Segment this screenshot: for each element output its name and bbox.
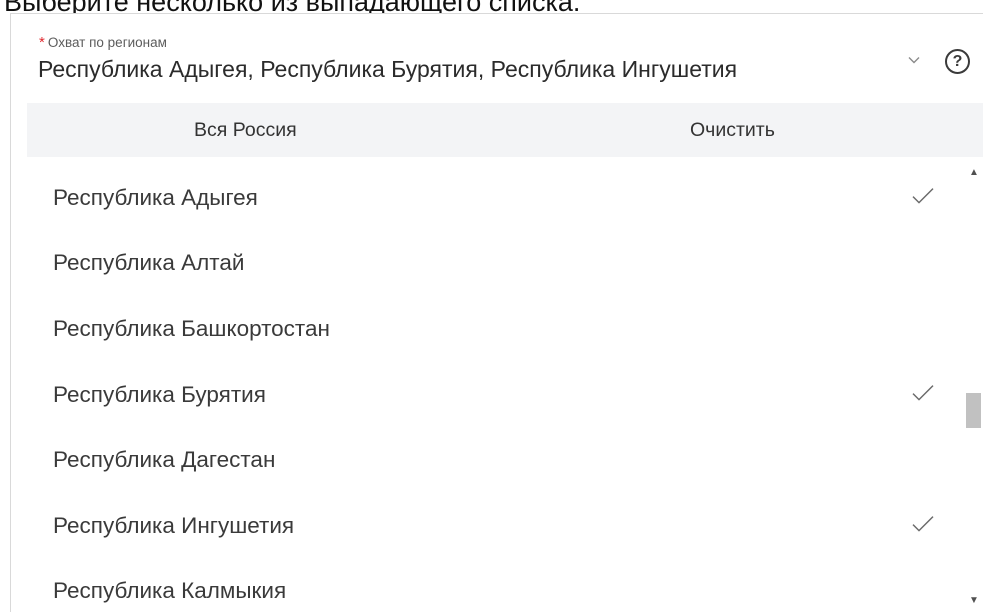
field-label: * Охват по регионам	[39, 35, 167, 51]
region-option[interactable]: Республика Башкортостан	[11, 296, 951, 362]
region-dropdown: Вся Россия Очистить Республика Адыгея Рес…	[10, 96, 983, 612]
region-option-label: Республика Калмыкия	[53, 578, 287, 604]
region-multiselect-field[interactable]: * Охват по регионам Республика Адыгея, Ре…	[10, 13, 983, 97]
page: Выберите несколько из выпадающего списка…	[0, 0, 983, 612]
scroll-up-arrow[interactable]: ▲	[967, 167, 981, 179]
region-option-label: Республика Алтай	[53, 250, 245, 276]
region-option[interactable]: Республика Калмыкия	[11, 559, 951, 612]
checkmark-icon	[912, 187, 934, 204]
region-option[interactable]: Республика Бурятия	[11, 362, 951, 428]
checkmark-icon	[912, 515, 934, 532]
field-selected-value: Республика Адыгея, Республика Бурятия, Р…	[38, 56, 738, 82]
required-marker: *	[39, 34, 45, 51]
region-option-label: Республика Дагестан	[53, 447, 276, 473]
dropdown-scrollbar[interactable]: ▲ ▼	[964, 165, 983, 612]
clear-button[interactable]: Очистить	[690, 103, 775, 157]
dropdown-action-bar: Вся Россия Очистить	[27, 103, 983, 157]
region-option[interactable]: Республика Адыгея	[11, 165, 951, 231]
chevron-down-icon[interactable]	[904, 52, 924, 72]
checkmark-icon	[912, 384, 934, 401]
select-all-russia-button[interactable]: Вся Россия	[194, 103, 297, 157]
region-option[interactable]: Республика Алтай	[11, 231, 951, 297]
field-label-text: Охват по регионам	[47, 35, 167, 50]
region-option-label: Республика Бурятия	[53, 381, 266, 407]
region-option-label: Республика Ингушетия	[53, 512, 295, 538]
region-option[interactable]: Республика Дагестан	[11, 427, 951, 493]
region-option-label: Республика Башкортостан	[53, 315, 330, 341]
help-icon[interactable]: ?	[945, 49, 970, 74]
region-option-label: Республика Адыгея	[53, 184, 258, 210]
scroll-down-arrow[interactable]: ▼	[967, 595, 981, 607]
scroll-thumb[interactable]	[966, 393, 981, 428]
region-option[interactable]: Республика Ингушетия	[11, 493, 951, 559]
region-list: Республика Адыгея Республика Алтай Республ…	[11, 165, 951, 612]
